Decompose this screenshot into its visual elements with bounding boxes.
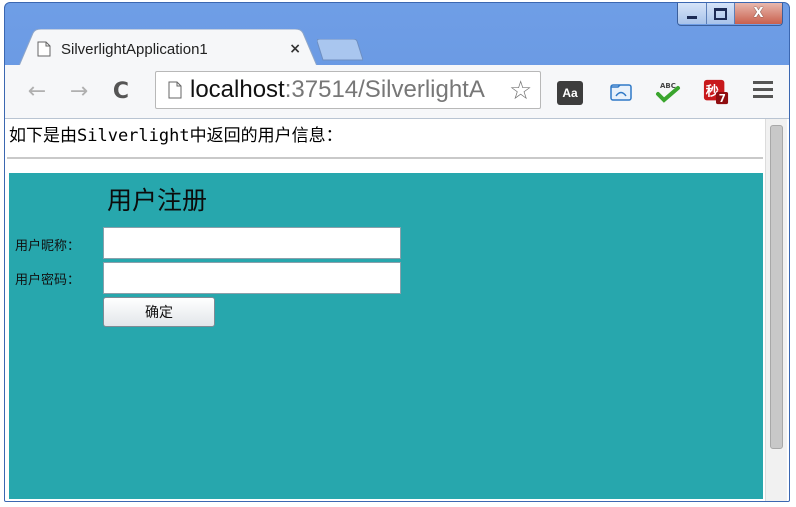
tab-title: SilverlightApplication1 xyxy=(61,40,208,58)
back-button[interactable]: ← xyxy=(25,79,49,104)
scroll-thumb[interactable] xyxy=(770,125,783,449)
new-tab-button[interactable] xyxy=(317,39,363,61)
page-viewport: 如下是由Silverlight中返回的用户信息： 用户注册 用户昵称： 用户密码… xyxy=(5,119,789,501)
reader-icon[interactable] xyxy=(609,79,635,105)
svg-text:7: 7 xyxy=(719,94,726,105)
password-label: 用户密码： xyxy=(15,273,81,288)
vertical-scrollbar[interactable] xyxy=(765,119,787,501)
close-window-button[interactable]: X xyxy=(734,3,782,24)
info-text: 如下是由Silverlight中返回的用户信息： xyxy=(9,126,343,146)
minimize-icon xyxy=(687,16,697,19)
url-path: :37514/SilverlightA xyxy=(284,76,485,103)
password-input[interactable] xyxy=(103,262,401,294)
reload-button[interactable]: C xyxy=(109,79,133,104)
page-icon xyxy=(37,41,51,57)
nickname-label: 用户昵称： xyxy=(15,239,81,254)
silverlight-plugin: 用户注册 用户昵称： 用户密码： 确定 xyxy=(9,173,763,499)
forward-button[interactable]: → xyxy=(67,79,91,104)
address-bar[interactable]: localhost:37514/SilverlightA xyxy=(155,71,541,109)
divider xyxy=(7,157,763,159)
submit-button[interactable]: 确定 xyxy=(103,297,215,327)
maximize-button[interactable] xyxy=(706,3,734,24)
aa-icon[interactable]: Aa xyxy=(557,81,583,105)
bookmark-star-icon[interactable]: ☆ xyxy=(509,78,532,104)
maximize-icon xyxy=(714,7,727,20)
svg-text:ABC: ABC xyxy=(660,82,676,90)
abc-spellcheck-icon[interactable]: ABC xyxy=(655,79,681,105)
menu-icon[interactable] xyxy=(753,81,773,102)
nickname-input[interactable] xyxy=(103,227,401,259)
security-7-icon[interactable]: 秒 7 xyxy=(703,79,729,105)
tab-content: SilverlightApplication1 × xyxy=(37,35,301,63)
page-icon xyxy=(168,81,182,99)
form-title: 用户注册 xyxy=(107,186,208,215)
close-icon: X xyxy=(753,6,764,21)
tab-close-icon[interactable]: × xyxy=(289,41,301,57)
caption-buttons: X xyxy=(677,3,783,26)
minimize-button[interactable] xyxy=(678,3,706,24)
url-host: localhost xyxy=(190,76,285,103)
browser-window: X SilverlightApplication1 × ← → C localh… xyxy=(4,2,790,502)
